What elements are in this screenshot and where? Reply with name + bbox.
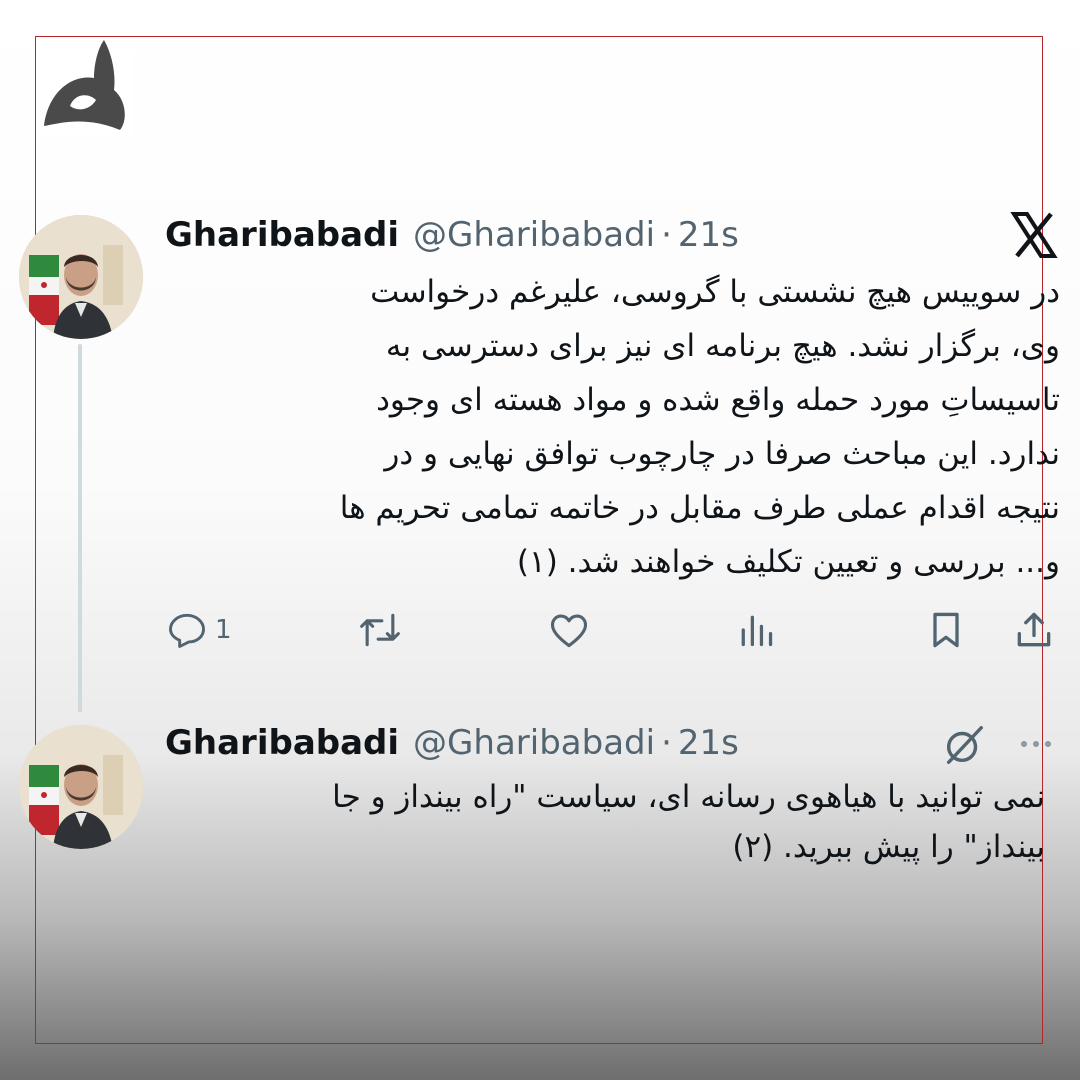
author-name[interactable]: Gharibabadi	[165, 215, 399, 255]
tweet-header: Gharibabadi @Gharibabadi · 21s	[165, 210, 739, 260]
author-handle[interactable]: @Gharibabadi	[413, 215, 655, 255]
share-icon	[1012, 608, 1056, 652]
tweet-text-line: نمی توانید با هیاهوی رسانه ای، سیاست "را…	[332, 779, 1045, 815]
share-button[interactable]	[1012, 602, 1056, 658]
retweet-button[interactable]	[356, 602, 404, 658]
tweet-header: Gharibabadi @Gharibabadi · 21s	[165, 718, 739, 768]
avatar[interactable]	[19, 215, 143, 339]
reply-button[interactable]: 1	[165, 602, 232, 658]
tweet-text-line: وی، برگزار نشد. هیچ برنامه ای نیز برای د…	[385, 328, 1060, 364]
grok-icon[interactable]	[941, 722, 987, 768]
author-name[interactable]: Gharibabadi	[165, 723, 399, 763]
author-handle[interactable]: @Gharibabadi	[413, 723, 655, 763]
tweet-text-line: ندارد. این مباحث صرفا در چارچوب توافق نه…	[384, 436, 1060, 472]
views-button[interactable]	[736, 602, 776, 658]
like-icon	[546, 608, 592, 652]
separator-dot: ·	[661, 215, 672, 255]
channel-logo-icon	[34, 34, 132, 138]
tweet-text-line: نتیجه اقدام عملی طرف مقابل در خاتمه تمام…	[339, 490, 1060, 526]
separator-dot: ·	[661, 723, 672, 763]
timestamp[interactable]: 21s	[678, 723, 739, 763]
thread-connector-line	[78, 344, 82, 712]
tweet-text-line: تاسیساتِ مورد حمله واقع شده و مواد هسته …	[376, 382, 1060, 418]
retweet-icon	[356, 608, 404, 652]
x-logo-icon	[1010, 208, 1058, 262]
reply-count: 1	[215, 615, 232, 645]
tweet-text-line: و... بررسی و تعیین تکلیف خواهند شد. (۱)	[516, 544, 1060, 580]
bookmark-icon	[924, 608, 968, 652]
tweet-text: در سوییس هیچ نشستی با گروسی، علیرغم درخو…	[200, 265, 1060, 589]
reply-icon	[165, 608, 209, 652]
timestamp[interactable]: 21s	[678, 215, 739, 255]
bookmark-button[interactable]	[924, 602, 968, 658]
tweet-text-line: بینداز" را پیش ببرید. (۲)	[732, 829, 1045, 865]
views-icon	[736, 608, 776, 652]
tweet-text: نمی توانید با هیاهوی رسانه ای، سیاست "را…	[150, 772, 1045, 872]
like-button[interactable]	[546, 602, 592, 658]
avatar[interactable]	[19, 725, 143, 849]
more-icon[interactable]	[1012, 726, 1060, 762]
tweet-text-line: در سوییس هیچ نشستی با گروسی، علیرغم درخو…	[370, 274, 1060, 310]
tweet-actions: 1	[160, 602, 1060, 658]
